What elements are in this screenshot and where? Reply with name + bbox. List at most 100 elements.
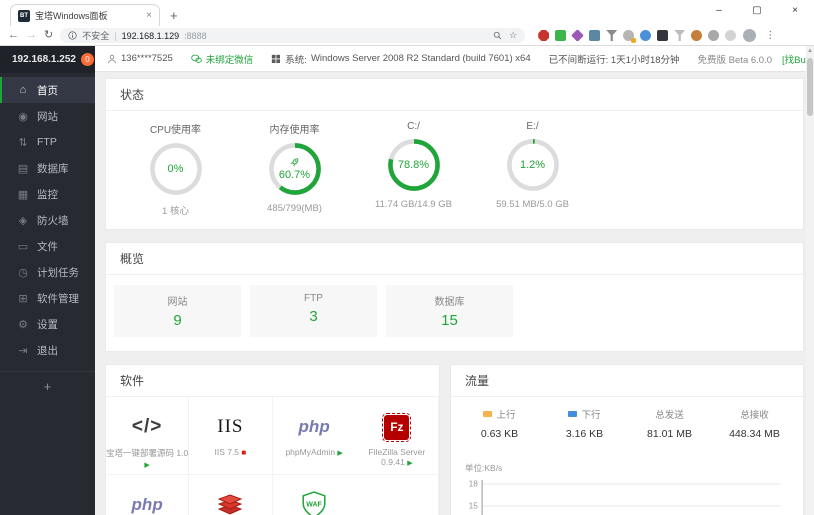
tab-favicon: BT: [18, 9, 30, 22]
sidebar-item-database[interactable]: ▤ 数据库: [0, 155, 95, 181]
sidebar-item-home[interactable]: ⌂ 首页: [0, 77, 95, 103]
address-bar[interactable]: 不安全 | 192.168.1.129 :8888 ☆: [60, 28, 526, 43]
browser-menu-icon[interactable]: ⋮: [765, 30, 775, 41]
waf-shield-icon: WAF: [302, 491, 326, 515]
sidebar-item-site[interactable]: ◉ 网站: [0, 103, 95, 129]
gauge: 内存使用率 60.7% 485/799(MB): [266, 125, 324, 214]
ftp-icon: ⇅: [18, 136, 28, 149]
extension-blue-square-icon[interactable]: [589, 30, 601, 41]
donut-ring: 60.7%: [266, 140, 324, 198]
browser-chrome: BT 宝塔Windows面板 × + – ▢ × ← → ↻ 不安全 | 192…: [0, 0, 814, 46]
browser-navbar: ← → ↻ 不安全 | 192.168.1.129 :8888 ☆ ⋮: [0, 26, 814, 45]
sidebar-item-settings[interactable]: ⚙ 设置: [0, 311, 95, 337]
running-icon: ▶: [407, 460, 413, 467]
extension-green-icon[interactable]: [555, 30, 567, 41]
overview-panel-title: 概览: [106, 243, 803, 275]
software-item[interactable]: redis 1.0 ▶: [189, 475, 273, 515]
soft-icon: ⊞: [18, 292, 28, 305]
status-panel-title: 状态: [106, 79, 803, 111]
system-label: 系统:: [285, 54, 307, 66]
filezilla-icon: Fz: [382, 412, 412, 442]
svg-text:WAF: WAF: [306, 502, 322, 509]
sidebar-item-cron[interactable]: ◷ 计划任务: [0, 259, 95, 285]
extension-pale-circle-icon[interactable]: [725, 30, 737, 41]
legend-swatch: [568, 411, 578, 417]
overview-cards: 网站 9 FTP 3 数据库 15: [106, 275, 803, 351]
code-icon: </>: [131, 416, 163, 437]
software-item[interactable]: </> 宝塔一键部署源码 1.0 ▶: [106, 397, 190, 475]
overview-panel: 概览 网站 9 FTP 3 数据库 15: [105, 242, 804, 352]
add-server-button[interactable]: +: [0, 371, 95, 401]
message-badge[interactable]: 0: [80, 53, 94, 66]
wechat-icon: [191, 54, 202, 63]
extension-funnel-icon[interactable]: [606, 30, 618, 41]
gauges-row: CPU使用率 0% 1 核心 内存使用率 60.7% 485/799(MB) C…: [106, 111, 803, 229]
reload-button[interactable]: ↻: [44, 30, 53, 41]
zoom-icon[interactable]: [493, 31, 502, 40]
sidebar-item-firewall[interactable]: ◈ 防火墙: [0, 207, 95, 233]
uptime-text: 已不间断运行: 1天1小时18分钟: [548, 54, 680, 66]
scrollbar-up-icon[interactable]: ▲: [806, 46, 814, 54]
new-tab-button[interactable]: +: [170, 8, 178, 26]
extension-badge: [631, 38, 637, 43]
extension-blue-circle-icon[interactable]: [640, 30, 652, 41]
info-icon: [68, 31, 77, 40]
php-icon: php: [131, 495, 163, 514]
extension-arrow-icon[interactable]: [674, 30, 686, 41]
url-text: 192.168.1.129: [121, 30, 180, 41]
sidebar-item-soft[interactable]: ⊞ 软件管理: [0, 285, 95, 311]
overview-card[interactable]: 数据库 15: [386, 285, 513, 337]
extension-dark-icon[interactable]: [657, 30, 669, 41]
page-scrollbar[interactable]: ▲: [806, 46, 814, 515]
sidebar-item-logout[interactable]: ⇥ 退出: [0, 337, 95, 363]
traffic-stat: 总接收 448.34 MB: [729, 410, 780, 440]
software-item[interactable]: WAF 宝塔IIS防火墙 1.0 ▶: [273, 475, 356, 515]
software-item[interactable]: Fz FileZilla Server 0.9.41 ▶: [355, 397, 439, 475]
windows-icon: [272, 54, 281, 63]
gauge: C:/ 78.8% 11.74 GB/14.9 GB: [375, 121, 452, 210]
sidebar-item-ftp[interactable]: ⇅ FTP: [0, 129, 95, 155]
browser-tab[interactable]: BT 宝塔Windows面板 ×: [10, 4, 160, 26]
extension-orange-circle-icon[interactable]: [691, 30, 703, 41]
traffic-stat: 下行 3.16 KB: [565, 410, 604, 440]
sidebar: 192.168.1.252 0 ⌂ 首页 ◉ 网站 ⇅ FTP ▤ 数据库 ▦ …: [0, 46, 95, 515]
software-item[interactable]: php phpMyAdmin ▶: [272, 397, 356, 475]
forward-button[interactable]: →: [26, 30, 37, 41]
software-item[interactable]: php PHP-5.2 ▶: [106, 475, 190, 515]
extension-badged-icon[interactable]: [623, 30, 637, 43]
php-icon: php: [298, 417, 330, 436]
omnibox-separator: |: [114, 30, 117, 41]
software-item[interactable]: IIS IIS 7.5 ■: [189, 397, 273, 475]
extension-grey-circle-icon[interactable]: [708, 30, 720, 41]
files-icon: ▭: [17, 240, 29, 253]
extension-adblock-icon[interactable]: [538, 30, 550, 41]
chart-unit-label: 单位:KB/s: [465, 463, 503, 473]
status-panel: 状态 CPU使用率 0% 1 核心 内存使用率 60.7% 485/799(MB…: [105, 78, 804, 230]
traffic-area-chart: 1815129630: [469, 480, 781, 515]
sidebar-header[interactable]: 192.168.1.252 0: [0, 46, 95, 73]
tab-close-icon[interactable]: ×: [146, 10, 152, 21]
system-value: Windows Server 2008 R2 Standard (build 7…: [310, 53, 531, 64]
logout-icon: ⇥: [18, 344, 28, 357]
overview-card[interactable]: FTP 3: [250, 285, 377, 337]
svg-text:15: 15: [469, 502, 479, 511]
profile-avatar[interactable]: [743, 29, 757, 42]
maximize-button[interactable]: ▢: [738, 0, 776, 24]
close-button[interactable]: ×: [776, 0, 814, 24]
system-info: 系统: Windows Server 2008 R2 Standard (bui…: [271, 52, 531, 66]
site-icon: ◉: [18, 110, 28, 123]
extension-purple-icon[interactable]: [571, 29, 585, 42]
back-button[interactable]: ←: [8, 30, 19, 41]
wechat-bind-link[interactable]: 未绑定微信: [191, 52, 253, 66]
user-icon: [108, 54, 116, 63]
sidebar-item-files[interactable]: ▭ 文件: [0, 233, 95, 259]
running-icon: ▶: [144, 462, 150, 469]
scrollbar-thumb[interactable]: [807, 58, 813, 116]
overview-card[interactable]: 网站 9: [114, 285, 241, 337]
traffic-panel: 流量 上行 0.63 KB 下行 3.16 KB 总发送 81.01 MB 总接…: [450, 364, 804, 515]
sidebar-item-monitor[interactable]: ▦ 监控: [0, 181, 95, 207]
minimize-button[interactable]: –: [700, 0, 738, 24]
account-info[interactable]: 136****7525: [107, 53, 173, 64]
software-grid: </> 宝塔一键部署源码 1.0 ▶ IIS IIS 7.5 ■ php php…: [106, 397, 439, 515]
bookmark-star-icon[interactable]: ☆: [509, 30, 517, 41]
